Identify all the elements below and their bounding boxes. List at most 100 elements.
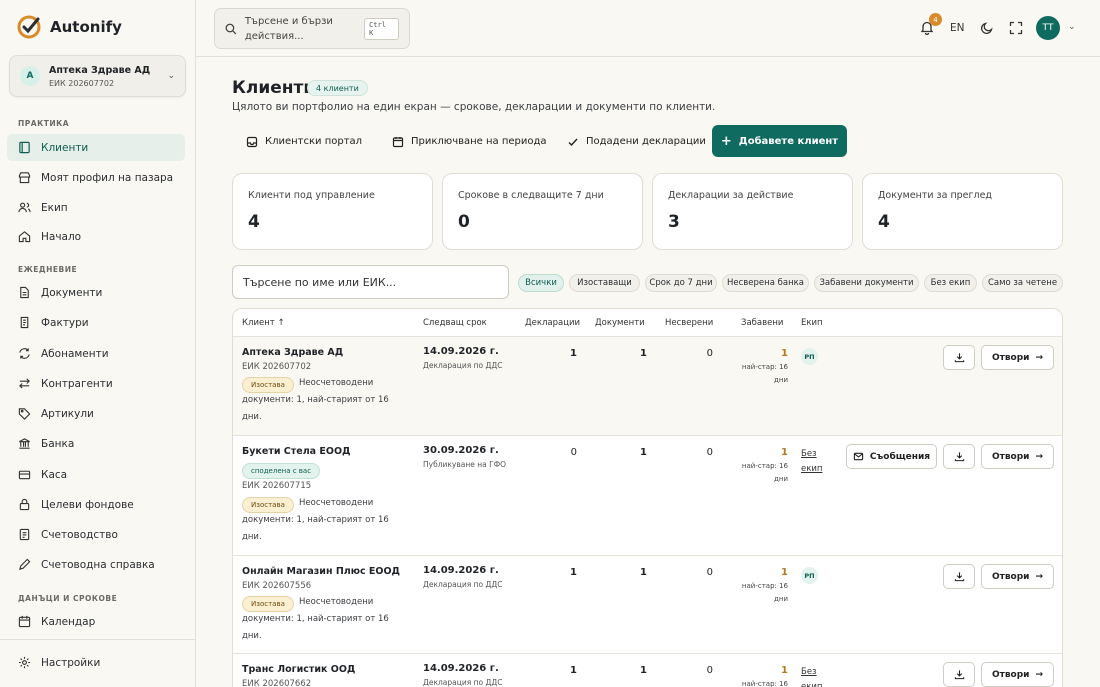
delayed-cell: 1 най-стар: 16 дни — [728, 348, 788, 387]
ledger-icon — [19, 528, 30, 541]
team-avatar[interactable]: РП — [801, 348, 818, 365]
open-button[interactable]: Отвори → — [981, 444, 1054, 469]
sidebar-item-settings[interactable]: Настройки — [7, 649, 185, 676]
download-button[interactable] — [943, 444, 975, 469]
download-button[interactable] — [943, 662, 975, 687]
sidebar-item-market-profile[interactable]: Моят профил на пазара — [7, 164, 185, 191]
autonify-logo-icon — [17, 15, 41, 39]
close-period-button[interactable]: Приключване на периода — [392, 126, 547, 157]
client-name[interactable]: Аптека Здраве АД — [242, 347, 343, 358]
no-team-link[interactable]: Без екип — [801, 447, 825, 477]
column-declarations[interactable]: Декларации — [525, 318, 580, 328]
sidebar-item-invoices[interactable]: Фактури — [7, 309, 185, 336]
sidebar-item-label: Документи — [41, 286, 103, 299]
repeat-icon — [19, 348, 30, 359]
sidebar-item-articles[interactable]: Артикули — [7, 400, 185, 427]
sidebar-item-label: Целеви фондове — [41, 498, 134, 511]
lock-icon — [19, 498, 30, 511]
download-button[interactable] — [943, 345, 975, 370]
declarations-count: 1 — [570, 348, 577, 359]
sidebar-item-cash[interactable]: Каса — [7, 461, 185, 488]
table-row[interactable]: Аптека Здраве АД ЕИК 202607702 Изостава … — [233, 337, 1062, 436]
cash-icon — [18, 470, 31, 480]
column-documents[interactable]: Документи — [595, 318, 645, 328]
sidebar-item-documents[interactable]: Документи — [7, 279, 185, 306]
global-search[interactable]: Търсене и бързи действия... Ctrl K — [214, 8, 410, 49]
column-delayed[interactable]: Забавени — [741, 318, 783, 328]
download-icon — [954, 572, 964, 582]
deadline-date: 14.09.2026 г. — [423, 346, 499, 357]
sidebar-item-team[interactable]: Екип — [7, 194, 185, 221]
sidebar-item-subscriptions[interactable]: Абонаменти — [7, 340, 185, 367]
clients-table: Клиент ↑ Следващ срок Декларации Докумен… — [232, 308, 1063, 687]
unreconciled-count: 0 — [706, 348, 713, 359]
table-row[interactable]: Букети Стела ЕООД споделена с вас ЕИК 20… — [233, 436, 1062, 556]
sidebar-item-bank[interactable]: Банка — [7, 430, 185, 457]
chevron-down-icon[interactable]: ⌄ — [1068, 22, 1076, 32]
language-toggle[interactable]: EN — [950, 22, 965, 34]
notification-badge: 4 — [929, 13, 942, 26]
deadline-date: 14.09.2026 г. — [423, 663, 499, 674]
client-search-input[interactable]: Търсене по име или ЕИК... — [232, 265, 509, 299]
team-avatar[interactable]: РП — [801, 567, 818, 584]
stat-value: 4 — [248, 212, 260, 232]
sidebar-item-accounting-report[interactable]: Счетоводна справка — [7, 551, 185, 578]
sidebar-item-counterparties[interactable]: Контрагенти — [7, 370, 185, 397]
table-row[interactable]: Транс Логистик ООД ЕИК 202607662 14.09.2… — [233, 654, 1062, 687]
receipt-icon — [20, 316, 29, 329]
declarations-count: 1 — [570, 665, 577, 676]
sidebar: Autonify А Аптека Здраве АД ЕИК 20260770… — [0, 0, 196, 687]
client-portal-button[interactable]: Клиентски портал — [246, 126, 362, 157]
submitted-declarations-button[interactable]: Подадени декларации — [567, 126, 706, 157]
column-team[interactable]: Екип — [801, 318, 823, 328]
search-icon — [225, 23, 237, 34]
column-deadline[interactable]: Следващ срок — [423, 318, 487, 328]
sidebar-item-home[interactable]: Начало — [7, 223, 185, 250]
client-name[interactable]: Онлайн Магазин Плюс ЕООД — [242, 566, 400, 577]
client-name[interactable]: Букети Стела ЕООД — [242, 446, 351, 457]
client-eik: ЕИК 202607702 — [242, 362, 312, 372]
stat-label: Документи за преглед — [878, 190, 992, 201]
filter-read-only[interactable]: Само за четене — [982, 274, 1063, 292]
client-name[interactable]: Транс Логистик ООД — [242, 664, 355, 675]
moon-icon[interactable] — [980, 21, 994, 35]
download-button[interactable] — [943, 564, 975, 589]
column-unreconciled[interactable]: Несверени — [665, 318, 713, 328]
stat-value: 4 — [878, 212, 890, 232]
sidebar-item-calendar[interactable]: Календар — [7, 608, 185, 635]
filter-lagging[interactable]: Изоставащи — [569, 274, 640, 292]
open-button[interactable]: Отвори → — [981, 564, 1054, 589]
delayed-count: 1 — [781, 447, 788, 458]
company-switcher[interactable]: А Аптека Здраве АД ЕИК 202607702 ⌄ — [9, 55, 186, 97]
sidebar-item-label: Настройки — [41, 656, 101, 669]
sort-arrow-icon: ↑ — [277, 318, 285, 328]
sidebar-item-target-funds[interactable]: Целеви фондове — [7, 491, 185, 518]
no-team-link[interactable]: Без екип — [801, 665, 825, 687]
filter-due-7-days[interactable]: Срок до 7 дни — [645, 274, 717, 292]
filter-no-team[interactable]: Без екип — [924, 274, 977, 292]
open-button[interactable]: Отвори → — [981, 662, 1054, 687]
filter-unreconciled-bank[interactable]: Несверена банка — [722, 274, 809, 292]
fullscreen-icon[interactable] — [1009, 21, 1023, 35]
client-eik: ЕИК 202607715 — [242, 481, 312, 491]
messages-button[interactable]: Съобщения — [846, 444, 937, 469]
sidebar-item-accounting[interactable]: Счетоводство — [7, 521, 185, 548]
add-client-button[interactable]: + Добавете клиент — [712, 125, 847, 157]
stat-card-declarations: Декларации за действие 3 — [652, 173, 853, 250]
page-subtitle: Цялото ви портфолио на един екран — срок… — [232, 101, 716, 113]
declarations-count: 1 — [570, 567, 577, 578]
page-title: Клиенти — [232, 78, 316, 98]
logo[interactable]: Autonify — [16, 14, 122, 40]
sidebar-item-clients[interactable]: Клиенти — [7, 134, 185, 161]
filter-delayed-documents[interactable]: Забавени документи — [814, 274, 919, 292]
open-button[interactable]: Отвори → — [981, 345, 1054, 370]
user-avatar[interactable]: ТТ — [1036, 16, 1060, 40]
sidebar-item-label: Каса — [41, 468, 68, 481]
filter-all[interactable]: Всички — [518, 274, 564, 292]
table-row[interactable]: Онлайн Магазин Плюс ЕООД ЕИК 202607556 И… — [233, 556, 1062, 654]
column-client[interactable]: Клиент ↑ — [242, 318, 285, 328]
sidebar-item-label: Моят профил на пазара — [41, 171, 174, 184]
declarations-count: 0 — [570, 447, 577, 458]
stat-label: Срокове в следващите 7 дни — [458, 190, 604, 201]
sidebar-item-label: Артикули — [41, 407, 94, 420]
